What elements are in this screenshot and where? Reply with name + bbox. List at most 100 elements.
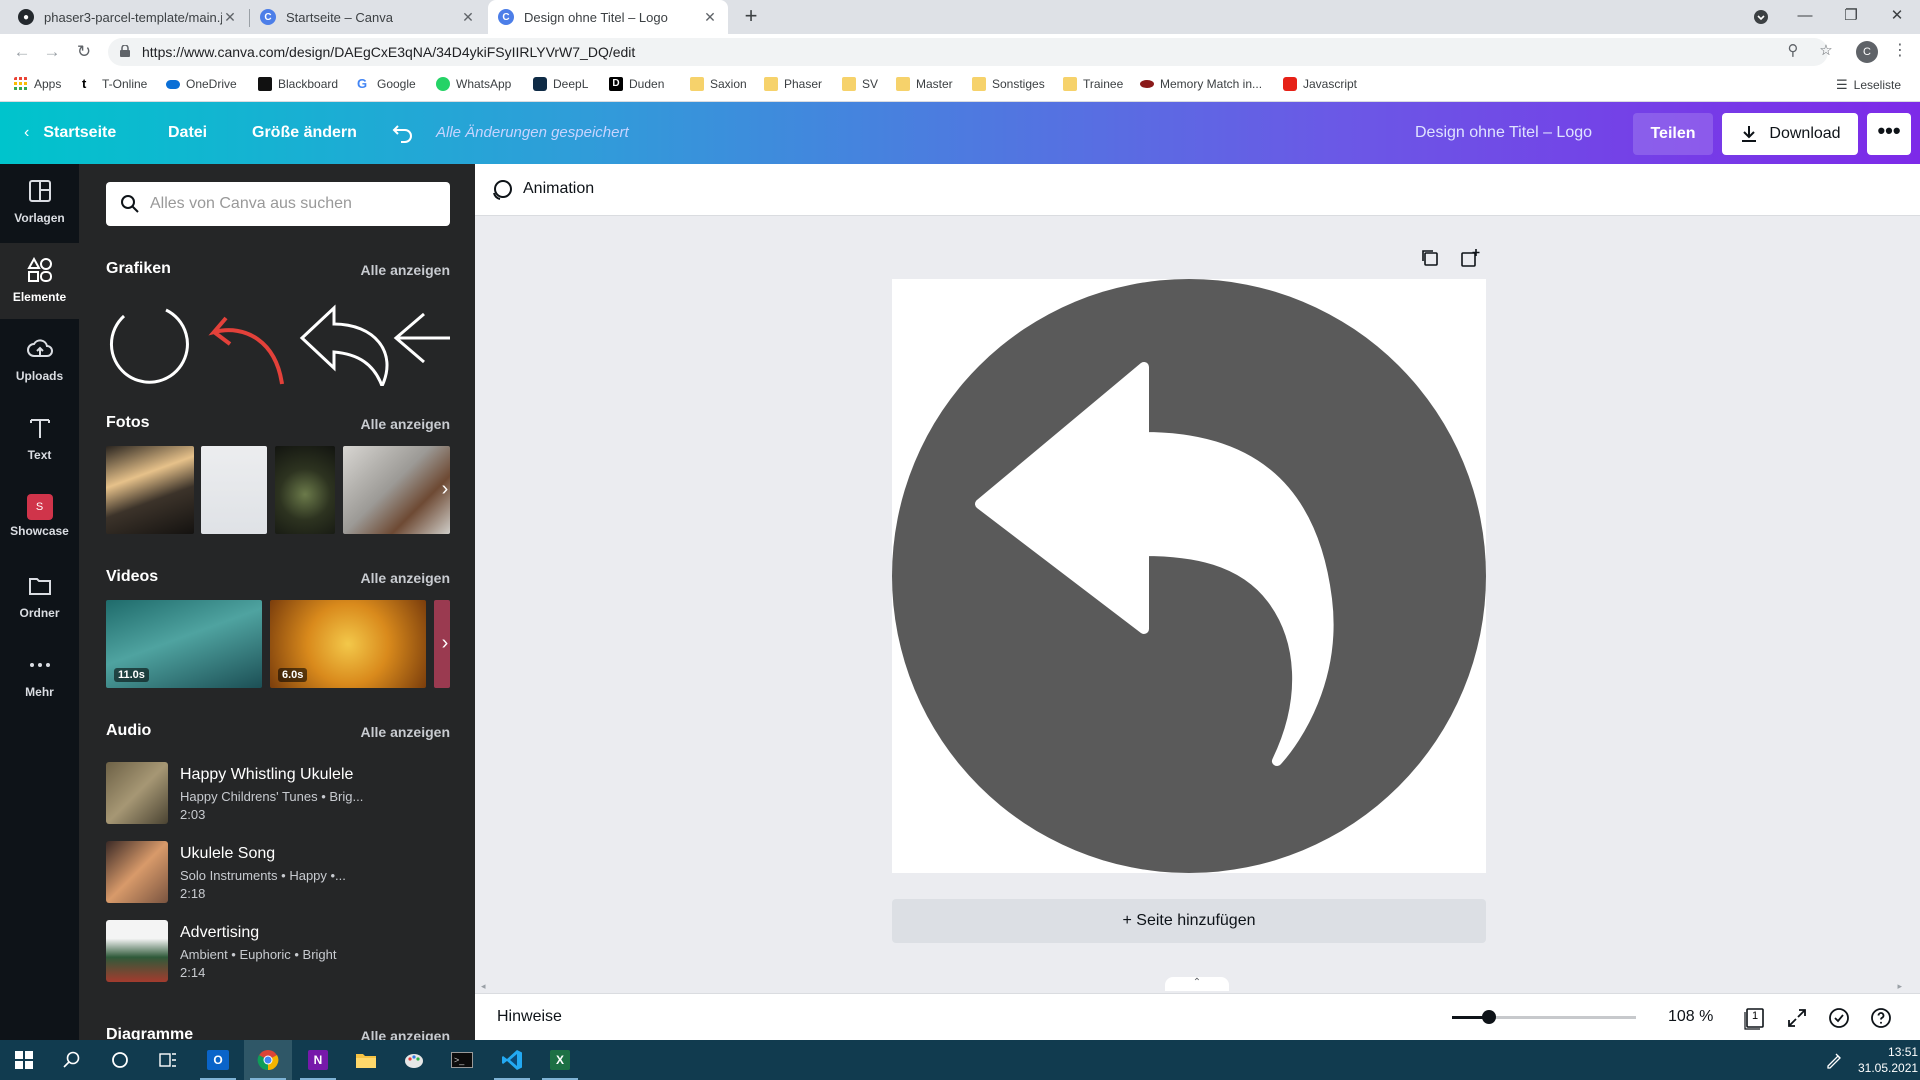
tab-canva-design[interactable]: C Design ohne Titel – Logo ✕ [488, 0, 728, 34]
system-clock[interactable]: 13:51 31.05.2021 [1858, 1044, 1918, 1076]
close-tab-icon[interactable]: ✕ [460, 9, 476, 26]
design-canvas[interactable] [892, 279, 1486, 873]
scroll-right-icon[interactable]: ▸ [1897, 981, 1902, 992]
fullscreen-icon[interactable] [1785, 1006, 1809, 1030]
see-all-graphics[interactable]: Alle anzeigen [361, 262, 450, 278]
bookmark-folder-sonstiges[interactable]: Sonstiges [972, 77, 1045, 91]
bookmark-google[interactable]: G Google [357, 77, 416, 92]
scroll-left-icon[interactable]: ◂ [481, 981, 486, 992]
see-all-audio[interactable]: Alle anzeigen [361, 724, 450, 740]
audio-item[interactable]: Ukulele Song Solo Instruments • Happy •.… [106, 841, 456, 905]
photo-thumbnail[interactable] [201, 446, 267, 534]
hints-button[interactable]: Hinweise [497, 1008, 562, 1026]
bookmark-javascript[interactable]: Javascript [1283, 77, 1357, 91]
page-count-button[interactable]: 1 [1743, 1006, 1767, 1030]
check-circle-icon[interactable] [1827, 1006, 1851, 1030]
audio-item[interactable]: Happy Whistling Ukulele Happy Childrens'… [106, 762, 456, 826]
taskbar-file-explorer[interactable] [342, 1040, 390, 1080]
bookmark-star-icon[interactable]: ☆ [1815, 40, 1837, 62]
show-pages-toggle[interactable]: ⌃ [1165, 977, 1229, 991]
zoom-slider[interactable] [1452, 1010, 1636, 1024]
taskbar-onenote[interactable]: N [294, 1040, 342, 1080]
rail-item-more[interactable]: Mehr [0, 638, 79, 714]
rail-item-text[interactable]: Text [0, 401, 79, 477]
new-tab-button[interactable]: + [738, 4, 764, 30]
restore-button[interactable]: ❐ [1828, 0, 1874, 34]
scroll-right-icon[interactable]: › [433, 478, 457, 502]
taskbar-excel[interactable]: X [536, 1040, 584, 1080]
forward-icon[interactable]: → [40, 40, 64, 64]
help-icon[interactable] [1869, 1006, 1893, 1030]
windows-start-button[interactable] [0, 1040, 48, 1080]
taskbar-search-button[interactable] [48, 1040, 96, 1080]
task-view-button[interactable] [144, 1040, 192, 1080]
see-all-photos[interactable]: Alle anzeigen [361, 416, 450, 432]
bookmark-deepl[interactable]: DeepL [533, 77, 588, 91]
profile-avatar[interactable]: C [1856, 41, 1878, 63]
undo-button[interactable] [392, 102, 414, 164]
more-options-button[interactable]: ••• [1867, 113, 1911, 155]
zoom-icon[interactable]: ⚲ [1782, 40, 1804, 62]
horizontal-scrollbar[interactable]: ◂ ▸ ⌃ [475, 977, 1920, 993]
bookmark-folder-phaser[interactable]: Phaser [764, 77, 822, 91]
address-bar[interactable]: https://www.canva.com/design/DAEgCxE3qNA… [108, 38, 1828, 66]
add-page-button[interactable]: + Seite hinzufügen [892, 899, 1486, 943]
photo-thumbnail[interactable] [275, 446, 335, 534]
search-box[interactable] [106, 182, 450, 226]
file-menu-button[interactable]: Datei [168, 102, 207, 164]
bookmark-folder-trainee[interactable]: Trainee [1063, 77, 1123, 91]
rail-item-showcase[interactable]: S Showcase [0, 480, 79, 556]
back-icon[interactable]: ← [10, 40, 34, 64]
download-button[interactable]: Download [1722, 113, 1858, 155]
url-text[interactable]: https://www.canva.com/design/DAEgCxE3qNA… [142, 44, 635, 60]
search-input[interactable] [150, 190, 440, 218]
bookmark-blackboard[interactable]: Blackboard [258, 77, 338, 91]
bookmark-folder-master[interactable]: Master [896, 77, 953, 91]
close-tab-icon[interactable]: ✕ [222, 9, 238, 26]
video-thumbnail[interactable]: 6.0s [270, 600, 426, 688]
cortana-button[interactable] [96, 1040, 144, 1080]
scroll-right-icon[interactable]: › [433, 632, 457, 656]
tab-github[interactable]: ● phaser3-parcel-template/main.js ✕ [8, 0, 248, 34]
rail-item-folders[interactable]: Ordner [0, 559, 79, 635]
tab-canva-home[interactable]: C Startseite – Canva ✕ [250, 0, 486, 34]
bookmark-apps[interactable]: Apps [14, 77, 61, 91]
home-button[interactable]: ‹ Startseite [24, 102, 116, 164]
minimize-button[interactable]: — [1782, 0, 1828, 34]
taskbar-terminal[interactable]: >_ [438, 1040, 486, 1080]
close-tab-icon[interactable]: ✕ [702, 9, 718, 26]
taskbar-outlook[interactable]: O [194, 1040, 242, 1080]
animation-button[interactable]: Animation [523, 180, 594, 198]
share-button[interactable]: Teilen [1633, 113, 1713, 155]
browser-menu-icon[interactable]: ⋮ [1892, 40, 1908, 60]
pen-workspace-button[interactable] [1814, 1040, 1854, 1080]
bookmark-folder-saxion[interactable]: Saxion [690, 77, 747, 91]
zoom-slider-handle[interactable] [1481, 1010, 1496, 1024]
audio-item[interactable]: Advertising Ambient • Euphoric • Bright … [106, 920, 456, 984]
reload-icon[interactable]: ↻ [72, 40, 96, 64]
bookmark-onedrive[interactable]: OneDrive [166, 77, 237, 91]
taskbar-paint[interactable] [390, 1040, 438, 1080]
bookmark-memory-match[interactable]: Memory Match in... [1140, 77, 1262, 91]
taskbar-chrome[interactable] [244, 1040, 292, 1080]
bookmark-folder-sv[interactable]: SV [842, 77, 878, 91]
resize-button[interactable]: Größe ändern [252, 102, 357, 164]
bookmark-whatsapp[interactable]: WhatsApp [436, 77, 511, 91]
taskbar-vscode[interactable] [488, 1040, 536, 1080]
undo-arrow-logo[interactable] [892, 279, 1486, 873]
rail-item-uploads[interactable]: Uploads [0, 322, 79, 398]
video-thumbnail[interactable]: 11.0s [106, 600, 262, 688]
tab-search-icon[interactable] [1738, 0, 1784, 34]
add-page-icon[interactable] [1459, 247, 1481, 269]
zoom-percentage[interactable]: 108 % [1668, 1008, 1713, 1026]
duplicate-page-icon[interactable] [1419, 247, 1441, 269]
graphics-row[interactable] [106, 290, 450, 386]
bookmark-duden[interactable]: D Duden [609, 77, 664, 91]
rail-item-elements[interactable]: Elemente [0, 243, 79, 319]
bookmark-t-online[interactable]: t T-Online [82, 77, 147, 92]
close-window-button[interactable]: ✕ [1874, 0, 1920, 34]
see-all-charts[interactable]: Alle anzeigen [361, 1028, 450, 1040]
rail-item-templates[interactable]: Vorlagen [0, 164, 79, 240]
see-all-videos[interactable]: Alle anzeigen [361, 570, 450, 586]
photo-thumbnail[interactable] [106, 446, 194, 534]
